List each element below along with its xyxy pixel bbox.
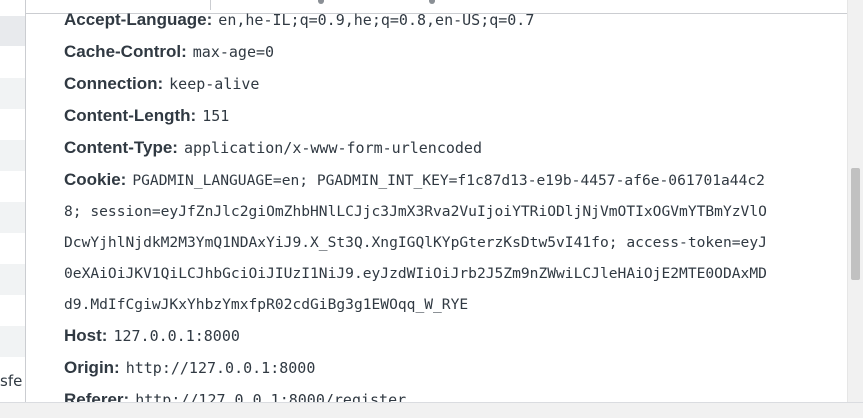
horizontal-scrollbar[interactable] [0, 402, 863, 418]
cookie-header-name: Cookie: [64, 170, 127, 189]
header-value: max-age=0 [192, 43, 275, 61]
header-value: keep-alive [169, 75, 260, 93]
vertical-scrollbar[interactable] [847, 0, 863, 403]
header-row: Content-Type: application/x-www-form-urle… [64, 132, 844, 164]
request-row[interactable] [0, 78, 25, 109]
header-row: Accept-Language: en,he-IL;q=0.9,he;q=0.8,… [64, 4, 844, 36]
header-row: Connection: keep-alive [64, 68, 844, 100]
header-value: http://127.0.0.1:8000 [125, 359, 316, 377]
header-value: 151 [202, 107, 230, 125]
request-row[interactable] [0, 140, 25, 171]
cookie-value-line: DcwYjhlNjdkM2M3YmQ1NDAxYiJ9.X_St3Q.XngIG… [64, 234, 767, 251]
header-name: Accept-Language: [64, 10, 213, 29]
header-row: Host: 127.0.0.1:8000 [64, 320, 844, 352]
header-value: 127.0.0.1:8000 [113, 327, 240, 345]
cookie-value-line: PGADMIN_LANGUAGE=en; PGADMIN_INT_KEY=f1c… [132, 172, 765, 189]
header-name: Host: [64, 326, 108, 345]
cookie-value-line: 8; session=eyJfZnJlc2giOmZhbHNlLCJjc3JmX… [64, 203, 767, 220]
request-row[interactable] [0, 264, 25, 295]
scrollbar-thumb[interactable] [851, 168, 860, 280]
header-name: Content-Length: [64, 106, 197, 125]
request-row-selected[interactable] [0, 16, 25, 46]
request-name-fragment[interactable]: sfe [0, 372, 22, 390]
request-list-panel: sfe [0, 0, 26, 403]
request-row[interactable] [0, 326, 25, 357]
header-value: en,he-IL;q=0.9,he;q=0.8,en-US;q=0.7 [218, 11, 535, 29]
cookie-value-line: 0eXAiOiJKV1QiLCJhbGciOiJIUzI1NiJ9.eyJzdW… [64, 265, 767, 282]
cookie-value-line: d9.MdIfCgiwJKxYhbzYmxfpR02cdGiBg3g1EWOqq… [64, 296, 469, 313]
cookie-header-row: Cookie: PGADMIN_LANGUAGE=en; PGADMIN_INT_… [64, 164, 844, 320]
request-row[interactable] [0, 202, 25, 233]
header-row: Cache-Control: max-age=0 [64, 36, 844, 68]
header-name: Origin: [64, 358, 120, 377]
header-value: application/x-www-form-urlencoded [183, 139, 482, 157]
header-name: Cache-Control: [64, 42, 187, 61]
header-row: Origin: http://127.0.0.1:8000 [64, 352, 844, 384]
request-headers-section: Accept-Language: en,he-IL;q=0.9,he;q=0.8,… [64, 4, 844, 416]
header-name: Content-Type: [64, 138, 178, 157]
header-name: Connection: [64, 74, 164, 93]
header-row: Content-Length: 151 [64, 100, 844, 132]
